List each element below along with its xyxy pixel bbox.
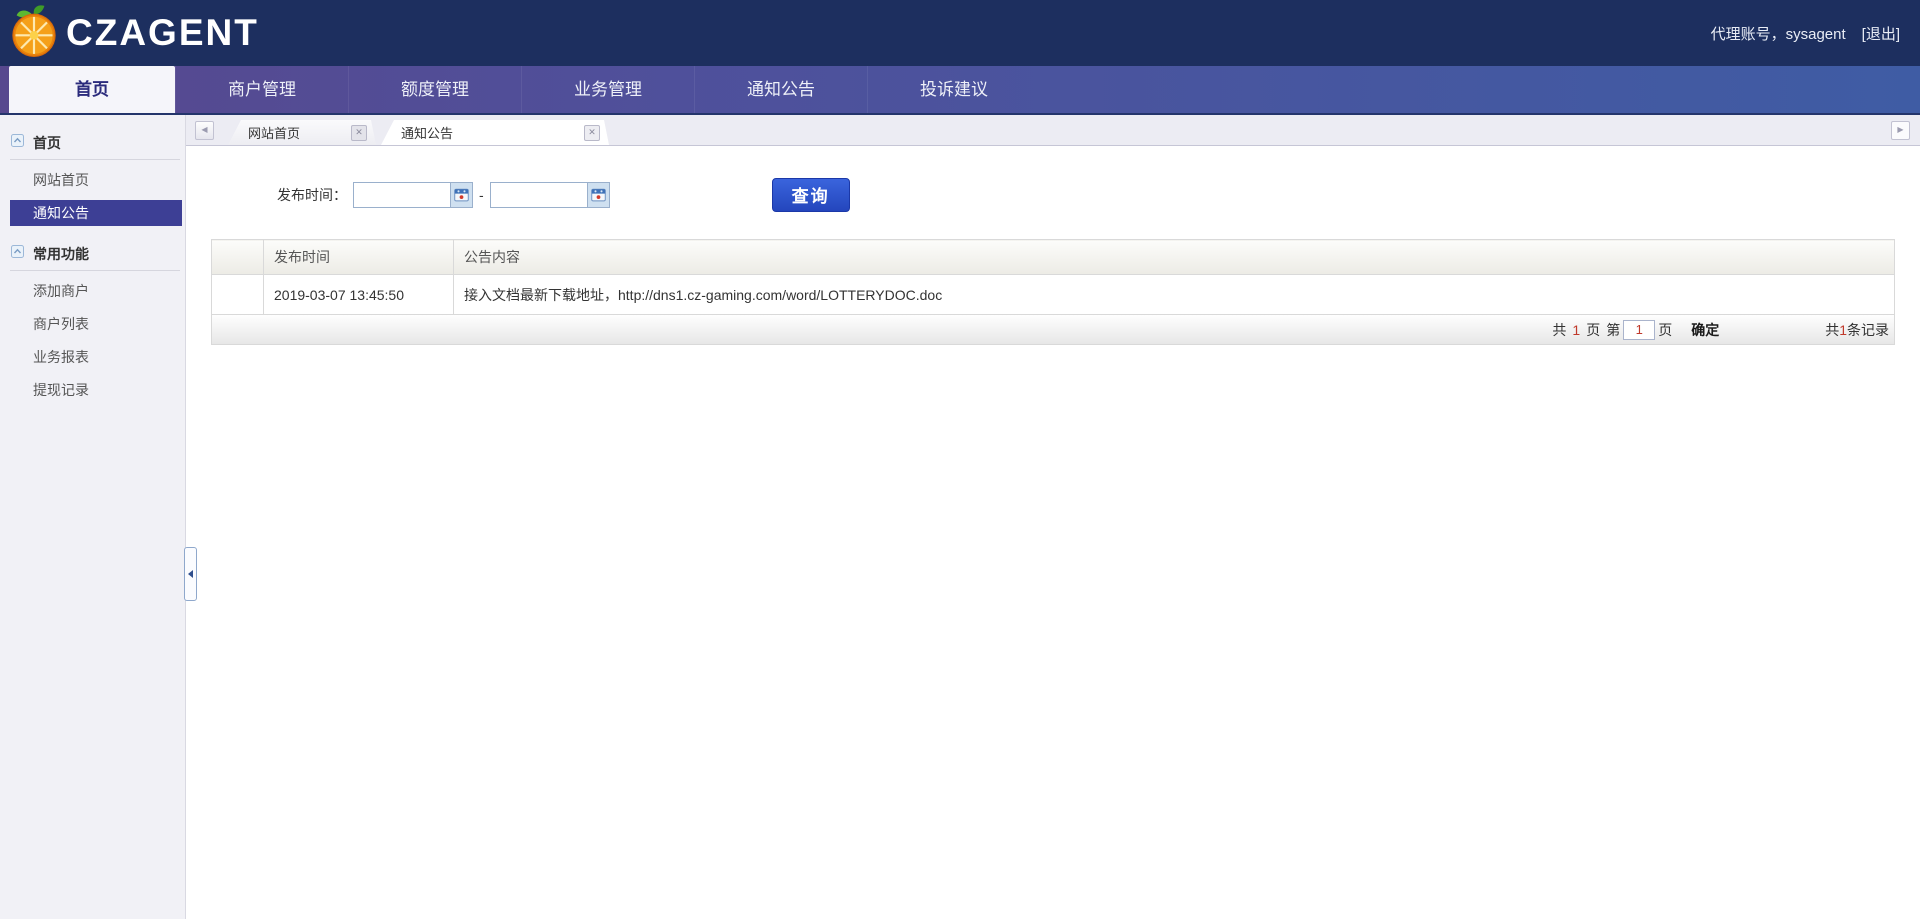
sidebar-collapse-handle[interactable]: [184, 547, 197, 601]
table-header-row: 发布时间 公告内容: [211, 239, 1895, 275]
sidebar-item-business-report[interactable]: 业务报表: [0, 344, 185, 370]
date-from-box: [353, 181, 473, 208]
sidebar-group-home[interactable]: 首页: [11, 133, 185, 153]
chevron-up-icon: [11, 134, 24, 152]
column-header-empty: [211, 239, 264, 275]
sidebar-item-add-merchant[interactable]: 添加商户: [0, 278, 185, 304]
logout-link[interactable]: [退出]: [1862, 23, 1900, 44]
column-header-publish-time: 发布时间: [263, 239, 454, 275]
tab-label: 通知公告: [401, 126, 454, 141]
tab-scroll-left-icon[interactable]: ◀: [195, 120, 214, 140]
records-prefix: 共: [1825, 321, 1840, 338]
calendar-icon[interactable]: [450, 182, 472, 207]
tab-scroll-right-icon[interactable]: ▶: [1891, 121, 1910, 140]
orange-logo-icon: [8, 3, 60, 64]
date-range-separator: -: [479, 186, 484, 203]
calendar-icon[interactable]: [586, 182, 609, 207]
page-suffix: 页: [1658, 321, 1673, 338]
date-to-input[interactable]: [490, 182, 587, 205]
top-header: CZAGENT 代理账号，sysagent [退出]: [0, 0, 1920, 66]
records-value: 1: [1839, 321, 1847, 338]
column-header-content: 公告内容: [453, 239, 1895, 275]
records-count: 共1条记录: [1825, 320, 1889, 340]
row-content: 接入文档最新下载地址，http://dns1.cz-gaming.com/wor…: [453, 274, 1895, 315]
divider: [10, 159, 180, 160]
sidebar-group-label: 首页: [33, 135, 61, 151]
sidebar-group-common[interactable]: 常用功能: [11, 244, 185, 264]
total-pages-suffix: 页: [1586, 321, 1601, 338]
sidebar-item-withdraw-records[interactable]: 提现记录: [0, 377, 185, 403]
chevron-up-icon: [11, 245, 24, 263]
sidebar-item-website-home[interactable]: 网站首页: [0, 167, 185, 193]
confirm-page-button[interactable]: 确定: [1691, 320, 1719, 340]
row-select-cell: [211, 274, 264, 315]
tab-label: 网站首页: [248, 126, 301, 141]
tab-website-home[interactable]: 网站首页 ✕: [228, 120, 376, 145]
pagination-bar: 共 1 页 第 页 确定 共1条记录: [211, 315, 1895, 345]
query-button[interactable]: 查询: [771, 177, 850, 212]
page-number-input[interactable]: [1623, 319, 1656, 340]
nav-item-merchant-mgmt[interactable]: 商户管理: [175, 66, 348, 113]
sidebar: 首页 网站首页 通知公告 常用功能 添加商户 商户列表 业务报表 提现记录: [0, 115, 186, 919]
app-title: CZAGENT: [66, 12, 259, 53]
nav-item-quota-mgmt[interactable]: 额度管理: [348, 66, 521, 113]
announcement-table: 发布时间 公告内容 2019-03-07 13:45:50 接入文档最新下载地址…: [211, 239, 1895, 345]
nav-item-complaints[interactable]: 投诉建议: [867, 66, 1040, 113]
nav-item-announcements[interactable]: 通知公告: [694, 66, 867, 113]
nav-item-home[interactable]: 首页: [9, 66, 175, 113]
nav-item-business-mgmt[interactable]: 业务管理: [521, 66, 694, 113]
sidebar-group-label: 常用功能: [33, 246, 89, 262]
publish-time-label: 发布时间：: [277, 186, 347, 203]
collapse-left-icon: [188, 570, 193, 578]
page-prefix: 第: [1606, 321, 1621, 338]
total-pages-value: 1: [1572, 321, 1581, 338]
sidebar-item-merchant-list[interactable]: 商户列表: [0, 311, 185, 337]
row-publish-time: 2019-03-07 13:45:50: [263, 274, 454, 315]
close-icon[interactable]: ✕: [584, 125, 600, 141]
table-row[interactable]: 2019-03-07 13:45:50 接入文档最新下载地址，http://dn…: [211, 274, 1895, 315]
search-form: 发布时间： - 查询: [211, 177, 1895, 212]
total-pages-prefix: 共: [1552, 321, 1567, 338]
date-from-input[interactable]: [354, 182, 450, 205]
close-icon[interactable]: ✕: [351, 125, 367, 141]
date-to-box: [489, 181, 610, 208]
sidebar-item-announcements[interactable]: 通知公告: [10, 200, 182, 226]
tab-announcements[interactable]: 通知公告 ✕: [381, 120, 609, 145]
divider: [10, 270, 180, 271]
account-label: 代理账号，sysagent: [1710, 25, 1846, 43]
main-nav: 首页 商户管理 额度管理 业务管理 通知公告 投诉建议: [0, 66, 1920, 115]
logo: CZAGENT: [0, 3, 259, 64]
tab-strip: ◀ 网站首页 ✕ 通知公告 ✕ ▶: [186, 115, 1920, 146]
records-suffix: 条记录: [1847, 321, 1889, 338]
